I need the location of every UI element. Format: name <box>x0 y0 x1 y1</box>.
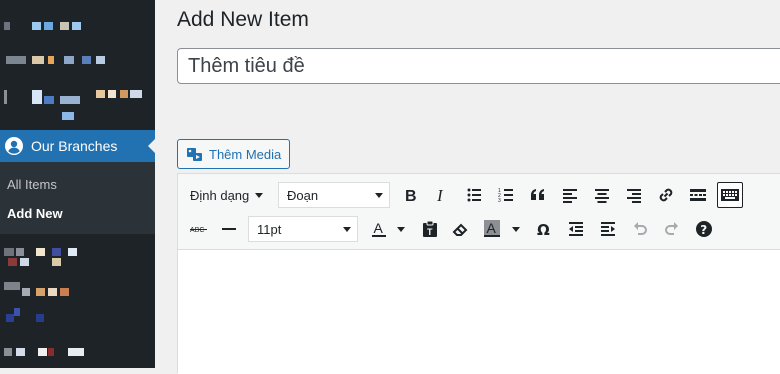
align-right-button[interactable] <box>621 182 647 208</box>
outdent-button[interactable] <box>563 216 589 242</box>
clear-formatting-button[interactable] <box>447 216 473 242</box>
page-title: Add New Item <box>177 8 309 31</box>
special-character-button[interactable]: Ω <box>531 216 557 242</box>
paste-as-text-button[interactable]: T <box>417 216 443 242</box>
undo-icon <box>634 222 647 235</box>
svg-text:A: A <box>374 220 384 236</box>
svg-text:ABC: ABC <box>190 227 204 234</box>
submenu-add-new[interactable]: Add New <box>7 206 63 221</box>
block-format-value: Đoạn <box>287 187 319 203</box>
bullet-list-button[interactable] <box>461 182 487 208</box>
eraser-icon <box>452 223 468 236</box>
align-center-button[interactable] <box>589 182 615 208</box>
chevron-down-icon <box>343 227 351 232</box>
submenu-all-items[interactable]: All Items <box>7 177 57 192</box>
sidebar-item-obscured[interactable] <box>0 56 155 70</box>
svg-text:T: T <box>427 227 433 237</box>
text-color-button[interactable]: A <box>366 216 392 242</box>
italic-icon: I <box>436 186 444 205</box>
read-more-button[interactable] <box>685 182 711 208</box>
numbered-list-icon: 1 2 3 <box>498 188 513 204</box>
help-icon: ? <box>696 221 712 237</box>
sidebar-item-obscured[interactable] <box>0 282 155 296</box>
clipboard-icon: T <box>423 220 437 237</box>
user-circle-icon <box>5 137 23 155</box>
indent-button[interactable] <box>595 216 621 242</box>
svg-text:Ω: Ω <box>537 221 550 239</box>
sidebar-item-our-branches[interactable]: Our Branches <box>0 130 156 162</box>
sidebar-item-obscured[interactable] <box>0 308 155 328</box>
toolbar-toggle-button[interactable] <box>717 182 743 208</box>
block-format-select[interactable]: Đoạn <box>278 182 390 208</box>
text-color-icon: A <box>372 220 386 237</box>
blockquote-button[interactable] <box>525 182 551 208</box>
media-icon <box>187 148 202 161</box>
chevron-down-icon <box>255 192 264 198</box>
horizontal-line-button[interactable] <box>216 216 242 242</box>
omega-icon: Ω <box>537 221 550 239</box>
sidebar-submenu: All Items Add New <box>0 162 155 234</box>
blockquote-icon <box>531 189 544 200</box>
font-size-select[interactable]: 11pt <box>248 216 358 242</box>
post-title-input[interactable] <box>177 48 780 84</box>
svg-text:B: B <box>405 188 417 205</box>
redo-icon <box>665 222 678 235</box>
bullet-list-icon <box>467 188 481 202</box>
toolbar-row-1: Định dạng Đoạn B I 1 2 3 <box>178 178 780 212</box>
align-left-icon <box>563 189 577 203</box>
sidebar-item-obscured[interactable] <box>0 22 155 36</box>
sidebar-item-obscured[interactable] <box>0 348 155 362</box>
sidebar-item-obscured[interactable] <box>0 90 155 120</box>
add-media-button[interactable]: Thêm Media <box>177 139 290 169</box>
link-icon <box>659 188 673 202</box>
read-more-icon <box>690 189 706 201</box>
svg-text:A: A <box>487 220 497 236</box>
italic-button[interactable]: I <box>428 182 454 208</box>
indent-icon <box>601 222 615 236</box>
editor-toolbar: Định dạng Đoạn B I 1 2 3 ABC 11pt A T A … <box>178 174 780 250</box>
editor-content-area[interactable] <box>178 250 780 374</box>
keyboard-icon <box>721 189 739 201</box>
undo-button[interactable] <box>627 216 653 242</box>
svg-text:?: ? <box>700 223 707 237</box>
background-color-dropdown-icon[interactable] <box>512 227 520 232</box>
align-left-button[interactable] <box>557 182 583 208</box>
bold-button[interactable]: B <box>397 182 423 208</box>
svg-text:3: 3 <box>498 198 501 204</box>
strikethrough-button[interactable]: ABC <box>186 216 212 242</box>
admin-sidebar: Our Branches All Items Add New <box>0 0 156 368</box>
add-media-label: Thêm Media <box>209 146 282 162</box>
align-right-icon <box>627 189 641 203</box>
align-center-icon <box>595 189 609 203</box>
content-editor: Định dạng Đoạn B I 1 2 3 ABC 11pt A T A … <box>177 173 780 374</box>
text-color-dropdown-icon[interactable] <box>397 227 405 232</box>
chevron-down-icon <box>375 193 383 198</box>
horizontal-line-icon <box>222 228 236 230</box>
strikethrough-icon: ABC <box>190 227 207 234</box>
format-menu[interactable]: Định dạng <box>190 182 264 208</box>
sidebar-item-label: Our Branches <box>31 138 118 154</box>
outdent-icon <box>569 222 583 236</box>
background-color-button[interactable]: A <box>479 216 505 242</box>
sidebar-item-obscured[interactable] <box>0 248 155 266</box>
keyboard-shortcuts-help-button[interactable]: ? <box>691 216 717 242</box>
redo-button[interactable] <box>659 216 685 242</box>
bold-icon: B <box>405 188 417 205</box>
format-menu-label: Định dạng <box>190 187 250 203</box>
insert-link-button[interactable] <box>653 182 679 208</box>
background-color-icon: A <box>484 220 500 237</box>
numbered-list-button[interactable]: 1 2 3 <box>493 182 519 208</box>
svg-text:I: I <box>436 186 444 205</box>
toolbar-row-2: ABC 11pt A T A Ω ? <box>178 212 780 246</box>
font-size-value: 11pt <box>257 221 282 237</box>
